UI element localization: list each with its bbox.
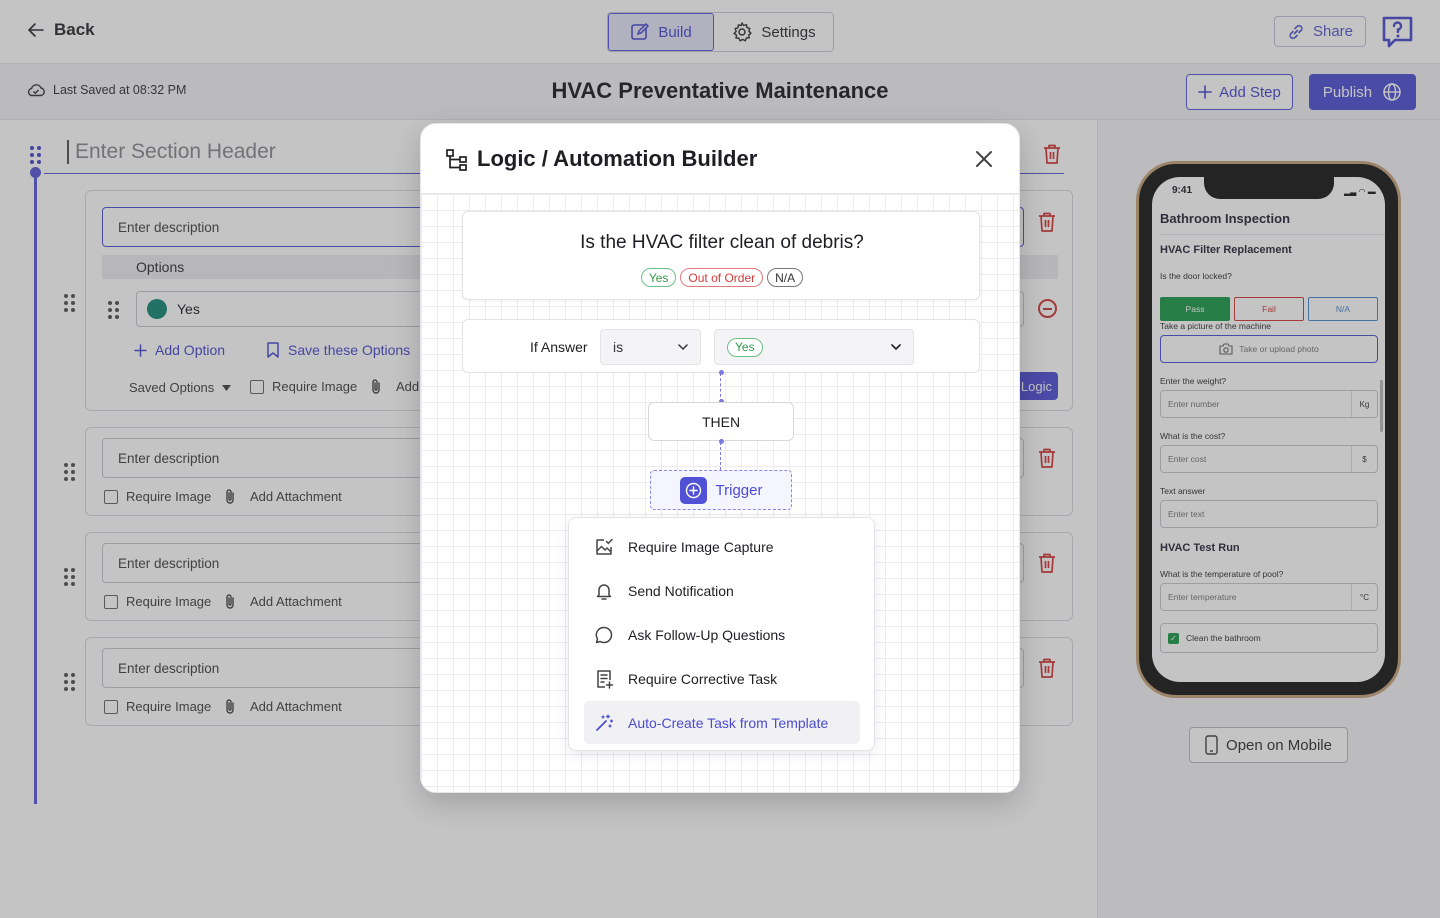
flow-diagram-icon bbox=[446, 149, 467, 171]
close-icon[interactable] bbox=[973, 148, 995, 170]
menu-item-send-notification[interactable]: Send Notification bbox=[584, 569, 860, 612]
answer-select[interactable]: Yes bbox=[714, 329, 914, 365]
modal-title: Logic / Automation Builder bbox=[477, 146, 758, 171]
chevron-down-icon bbox=[678, 344, 688, 351]
question-text: Is the HVAC filter clean of debris? bbox=[580, 232, 864, 253]
add-trigger-icon bbox=[679, 476, 707, 504]
logic-builder-modal: Logic / Automation Builder Is the HVAC f… bbox=[420, 123, 1020, 793]
connector-line bbox=[720, 442, 721, 470]
operator-value: is bbox=[613, 339, 624, 355]
if-answer-label: If Answer bbox=[530, 339, 588, 355]
menu-item-label: Ask Follow-Up Questions bbox=[628, 626, 786, 643]
answer-chip: Yes bbox=[640, 268, 677, 287]
question-node: Is the HVAC filter clean of debris? Yes … bbox=[462, 211, 980, 300]
magic-wand-icon bbox=[596, 713, 614, 731]
operator-select[interactable]: is bbox=[600, 329, 701, 365]
answer-value-chip: Yes bbox=[727, 337, 763, 357]
trigger-label: Trigger bbox=[715, 481, 763, 499]
menu-item-label: Send Notification bbox=[628, 582, 734, 599]
then-node: THEN bbox=[648, 402, 794, 441]
chevron-down-icon bbox=[891, 344, 901, 351]
answer-chip: N/A bbox=[767, 268, 804, 287]
answer-chips: Yes Out of Order N/A bbox=[463, 268, 981, 287]
condition-row: If Answer is Yes bbox=[462, 319, 980, 373]
menu-item-label: Auto-Create Task from Template bbox=[628, 714, 829, 731]
menu-item-label: Require Corrective Task bbox=[628, 670, 778, 687]
menu-item-require-image-capture[interactable]: Require Image Capture bbox=[584, 525, 860, 568]
trigger-button[interactable]: Trigger bbox=[650, 470, 792, 510]
task-add-icon bbox=[597, 669, 614, 689]
menu-item-ask-follow-up-questions[interactable]: Ask Follow-Up Questions bbox=[584, 613, 860, 656]
modal-header: Logic / Automation Builder bbox=[421, 124, 1019, 194]
chat-bubble-icon bbox=[595, 626, 613, 643]
answer-chip: Out of Order bbox=[680, 268, 764, 287]
bell-icon bbox=[596, 583, 612, 600]
image-check-icon bbox=[596, 538, 613, 555]
connector-line bbox=[720, 373, 721, 402]
menu-item-label: Require Image Capture bbox=[628, 538, 774, 555]
trigger-menu: Require Image Capture Send Notification … bbox=[568, 517, 875, 751]
menu-item-require-corrective-task[interactable]: Require Corrective Task bbox=[584, 657, 860, 700]
menu-item-auto-create-task[interactable]: Auto-Create Task from Template bbox=[584, 701, 860, 744]
